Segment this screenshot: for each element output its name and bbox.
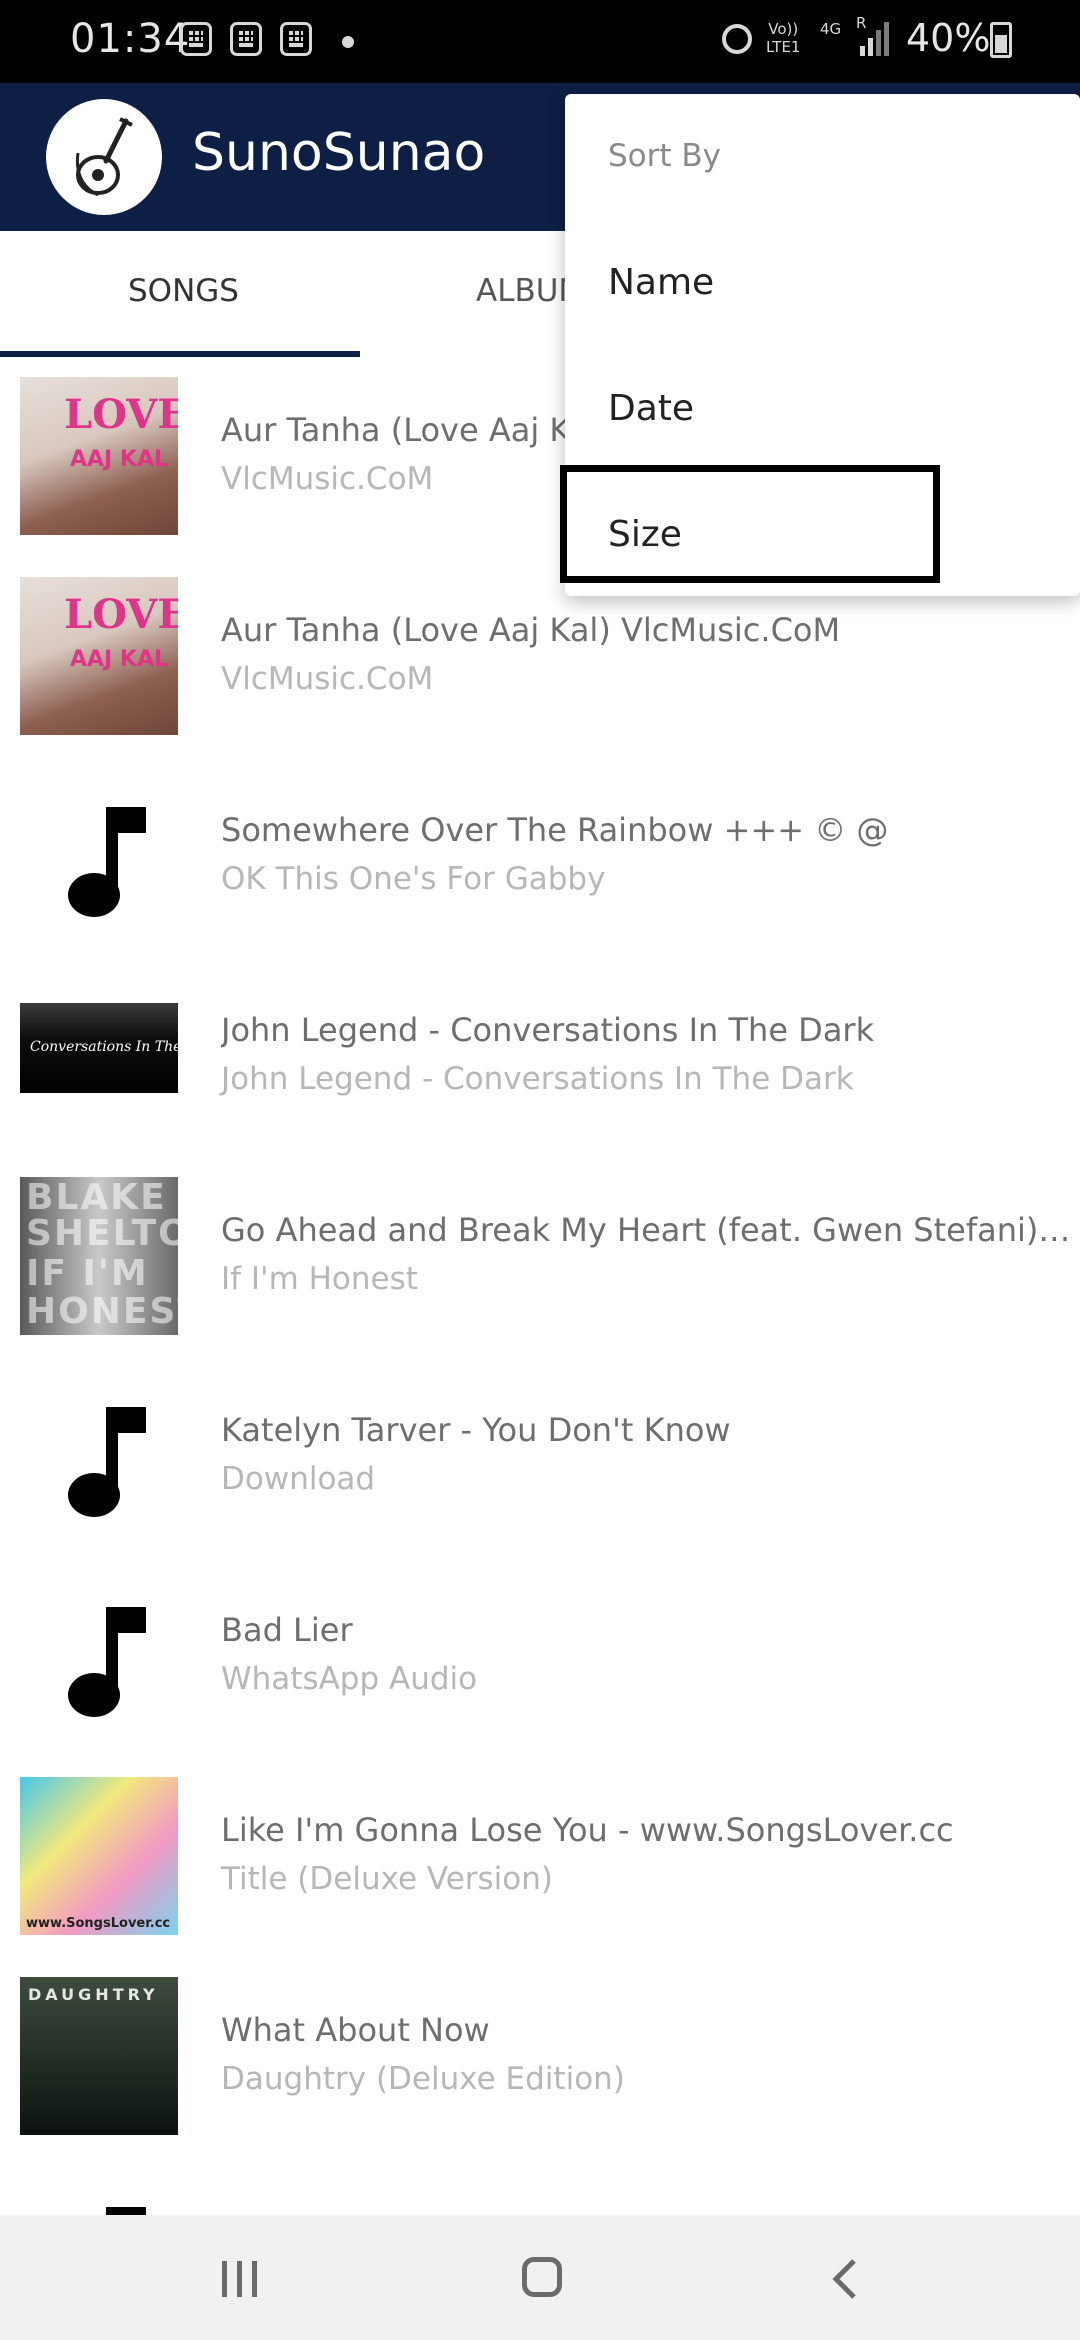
volte-label: Vo)): [768, 20, 799, 38]
song-row[interactable]: Conversations In The Dark John Legend - …: [0, 957, 1080, 1157]
sort-by-name-option[interactable]: Name: [608, 262, 714, 303]
album-art-text: www.SongsLover.cc: [26, 1916, 171, 1931]
song-row[interactable]: www.SongsLover.cc Like I'm Gonna Lose Yo…: [0, 1757, 1080, 1957]
alarm-icon: [722, 24, 752, 54]
song-title: What About Now: [221, 2011, 490, 2049]
song-title: Like I'm Gonna Lose You - www.SongsLover…: [221, 1811, 954, 1849]
album-art-text: AAJ KAL: [70, 447, 168, 472]
dot-icon: [342, 36, 354, 48]
recent-apps-icon[interactable]: [218, 2259, 262, 2299]
guitar-logo-icon: [46, 99, 162, 215]
lte-label: LTE1: [766, 38, 801, 56]
album-art-text: LOVE: [64, 391, 178, 438]
size-option-highlight: [560, 465, 940, 583]
music-note-icon: [20, 777, 178, 935]
song-row[interactable]: Katelyn Tarver - You Don't Know Download: [0, 1357, 1080, 1557]
music-note-icon: [20, 2177, 178, 2215]
album-art-text: Conversations In The Dark: [30, 1039, 178, 1055]
music-note-icon: [20, 1577, 178, 1735]
navigation-bar: [0, 2215, 1080, 2340]
signal-icon: [860, 22, 889, 56]
daughtry-art: DAUGHTRY: [20, 1977, 178, 2135]
song-subtitle: If I'm Honest: [221, 1261, 418, 1297]
conversations-in-the-dark-art: Conversations In The Dark: [20, 1003, 178, 1093]
song-subtitle: Download: [221, 1461, 376, 1497]
album-art-text: HONEST: [26, 1291, 178, 1332]
song-subtitle: John Legend - Conversations In The Dark: [221, 1061, 854, 1097]
song-row[interactable]: BLAKE SHELTON IF I'M HONEST Go Ahead and…: [0, 1157, 1080, 1357]
tab-songs[interactable]: SONGS: [128, 273, 239, 309]
album-art-text: SHELTON: [26, 1213, 178, 1254]
album-art-text: AAJ KAL: [70, 647, 168, 672]
app-title: SunoSunao: [192, 123, 486, 183]
song-title: Somewhere Over The Rainbow +++ © @: [221, 811, 889, 849]
song-subtitle: Title (Deluxe Version): [221, 1861, 553, 1897]
song-subtitle: Daughtry (Deluxe Edition): [221, 2061, 625, 2097]
status-time: 01:34: [70, 16, 191, 62]
network-type: 4G: [820, 20, 842, 38]
song-row[interactable]: [0, 2157, 1080, 2215]
meghan-trainor-art: www.SongsLover.cc: [20, 1777, 178, 1935]
sort-by-date-option[interactable]: Date: [608, 388, 694, 429]
album-art-text: BLAKE: [26, 1177, 167, 1218]
sort-menu-header: Sort By: [608, 138, 722, 174]
song-title: Aur Tanha (Love Aaj Kal) VlcMusic.CoM: [221, 611, 841, 649]
notification-icon: [280, 22, 312, 56]
song-subtitle: VlcMusic.CoM: [221, 461, 434, 497]
album-art-text: IF I'M: [26, 1253, 149, 1294]
back-icon[interactable]: [830, 2257, 860, 2301]
song-title: Go Ahead and Break My Heart (feat. Gwen …: [221, 1211, 1071, 1249]
battery-icon: [990, 22, 1012, 58]
volte-indicator: Vo)) LTE1: [766, 20, 800, 56]
status-bar: 01:34 Vo)) LTE1 4G R 40%: [0, 0, 1080, 83]
song-subtitle: VlcMusic.CoM: [221, 661, 434, 697]
home-icon[interactable]: [522, 2257, 562, 2297]
song-subtitle: OK This One's For Gabby: [221, 861, 606, 897]
album-art-text: DAUGHTRY: [28, 1985, 159, 2004]
love-aaj-kal-art: LOVE AAJ KAL: [20, 377, 178, 535]
love-aaj-kal-art: LOVE AAJ KAL: [20, 577, 178, 735]
song-title: Bad Lier: [221, 1611, 353, 1649]
notification-icon: [180, 22, 212, 56]
song-title: Katelyn Tarver - You Don't Know: [221, 1411, 731, 1449]
song-row[interactable]: Bad Lier WhatsApp Audio: [0, 1557, 1080, 1757]
song-title: John Legend - Conversations In The Dark: [221, 1011, 875, 1049]
song-row[interactable]: DAUGHTRY What About Now Daughtry (Deluxe…: [0, 1957, 1080, 2157]
album-art-text: LOVE: [64, 591, 178, 638]
battery-percent: 40%: [906, 16, 991, 60]
notification-icon: [230, 22, 262, 56]
blake-shelton-art: BLAKE SHELTON IF I'M HONEST: [20, 1177, 178, 1335]
music-note-icon: [20, 1377, 178, 1535]
song-row[interactable]: Somewhere Over The Rainbow +++ © @ OK Th…: [0, 757, 1080, 957]
song-subtitle: WhatsApp Audio: [221, 1661, 478, 1697]
